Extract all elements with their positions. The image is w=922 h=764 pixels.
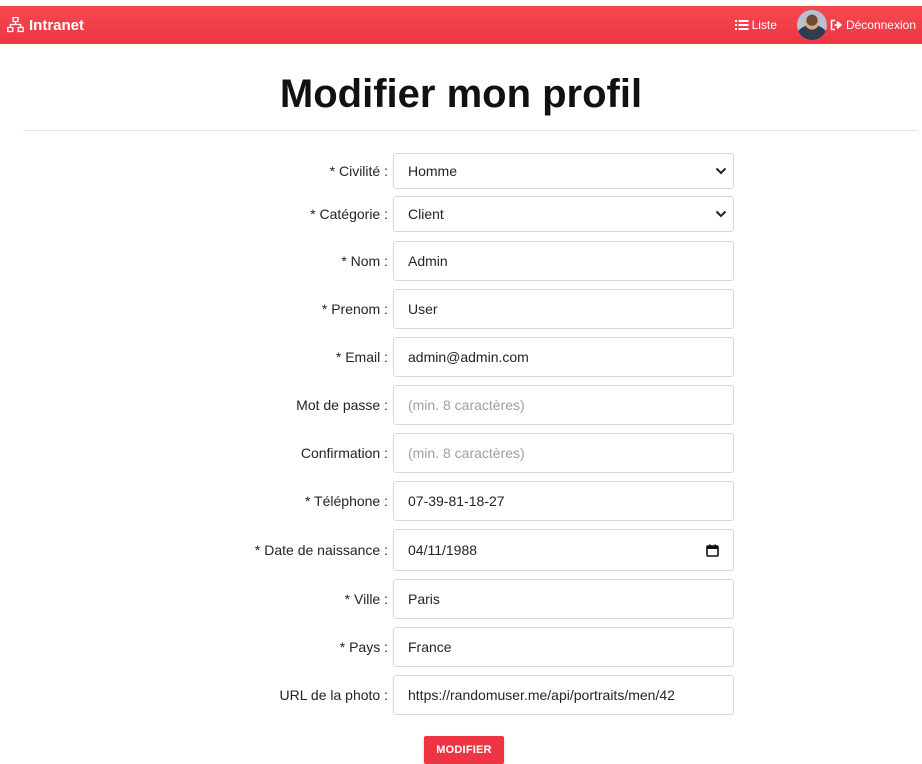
birthdate-input[interactable]: 04/11/1988 [393, 529, 734, 571]
brand-label: Intranet [29, 16, 85, 34]
form-row-pays: * Pays : [0, 627, 922, 667]
photo-url-input[interactable] [393, 675, 734, 715]
telephone-input[interactable] [393, 481, 734, 521]
list-link[interactable]: Liste [734, 18, 777, 32]
form-row-birthdate: * Date de naissance : 04/11/1988 [0, 529, 922, 571]
form-row-ville: * Ville : [0, 579, 922, 619]
logout-link-label: Déconnexion [845, 18, 916, 32]
birthdate-label: * Date de naissance : [254, 542, 388, 558]
categorie-label: * Catégorie : [310, 206, 388, 222]
categorie-select[interactable]: Client [393, 196, 734, 232]
list-icon [734, 20, 749, 30]
password-label: Mot de passe : [296, 397, 388, 413]
form-row-email: * Email : [0, 337, 922, 377]
divider [23, 130, 918, 131]
telephone-label: * Téléphone : [304, 493, 388, 509]
form-row-civilite: * Civilité : Homme [0, 153, 922, 189]
brand-link[interactable]: Intranet [7, 15, 84, 35]
list-link-label: Liste [751, 18, 777, 32]
civilite-label: * Civilité : [329, 163, 388, 179]
civilite-select[interactable]: Homme [393, 153, 734, 189]
nom-label: * Nom : [341, 253, 388, 269]
chevron-down-icon [715, 210, 727, 218]
prenom-input[interactable] [393, 289, 734, 329]
form-row-categorie: * Catégorie : Client [0, 196, 922, 232]
form-row-telephone: * Téléphone : [0, 481, 922, 521]
avatar[interactable] [796, 10, 827, 40]
photo-label: URL de la photo : [279, 687, 388, 703]
navbar: Intranet Liste Déconnexion [0, 6, 922, 44]
pays-label: * Pays : [339, 639, 388, 655]
birthdate-value: 04/11/1988 [408, 542, 478, 558]
categorie-value: Client [408, 206, 444, 222]
logout-link[interactable]: Déconnexion [830, 18, 916, 32]
calendar-icon[interactable] [706, 544, 719, 557]
ville-label: * Ville : [344, 591, 388, 607]
form-row-confirmation: Confirmation : [0, 433, 922, 473]
form-row-nom: * Nom : [0, 241, 922, 281]
nom-input[interactable] [393, 241, 734, 281]
form-row-password: Mot de passe : [0, 385, 922, 425]
ville-input[interactable] [393, 579, 734, 619]
confirmation-input[interactable] [393, 433, 734, 473]
pays-input[interactable] [393, 627, 734, 667]
email-input[interactable] [393, 337, 734, 377]
page-title: Modifier mon profil [279, 72, 643, 116]
civilite-value: Homme [408, 163, 458, 179]
submit-button[interactable]: MODIFIER [424, 736, 504, 764]
sign-out-icon [830, 19, 842, 31]
form-row-prenom: * Prenom : [0, 289, 922, 329]
confirmation-label: Confirmation : [300, 445, 388, 461]
password-input[interactable] [393, 385, 734, 425]
form-row-photo: URL de la photo : [0, 675, 922, 715]
chevron-down-icon [715, 167, 727, 175]
email-label: * Email : [335, 349, 388, 365]
prenom-label: * Prenom : [321, 301, 388, 317]
sitemap-icon [7, 17, 24, 33]
